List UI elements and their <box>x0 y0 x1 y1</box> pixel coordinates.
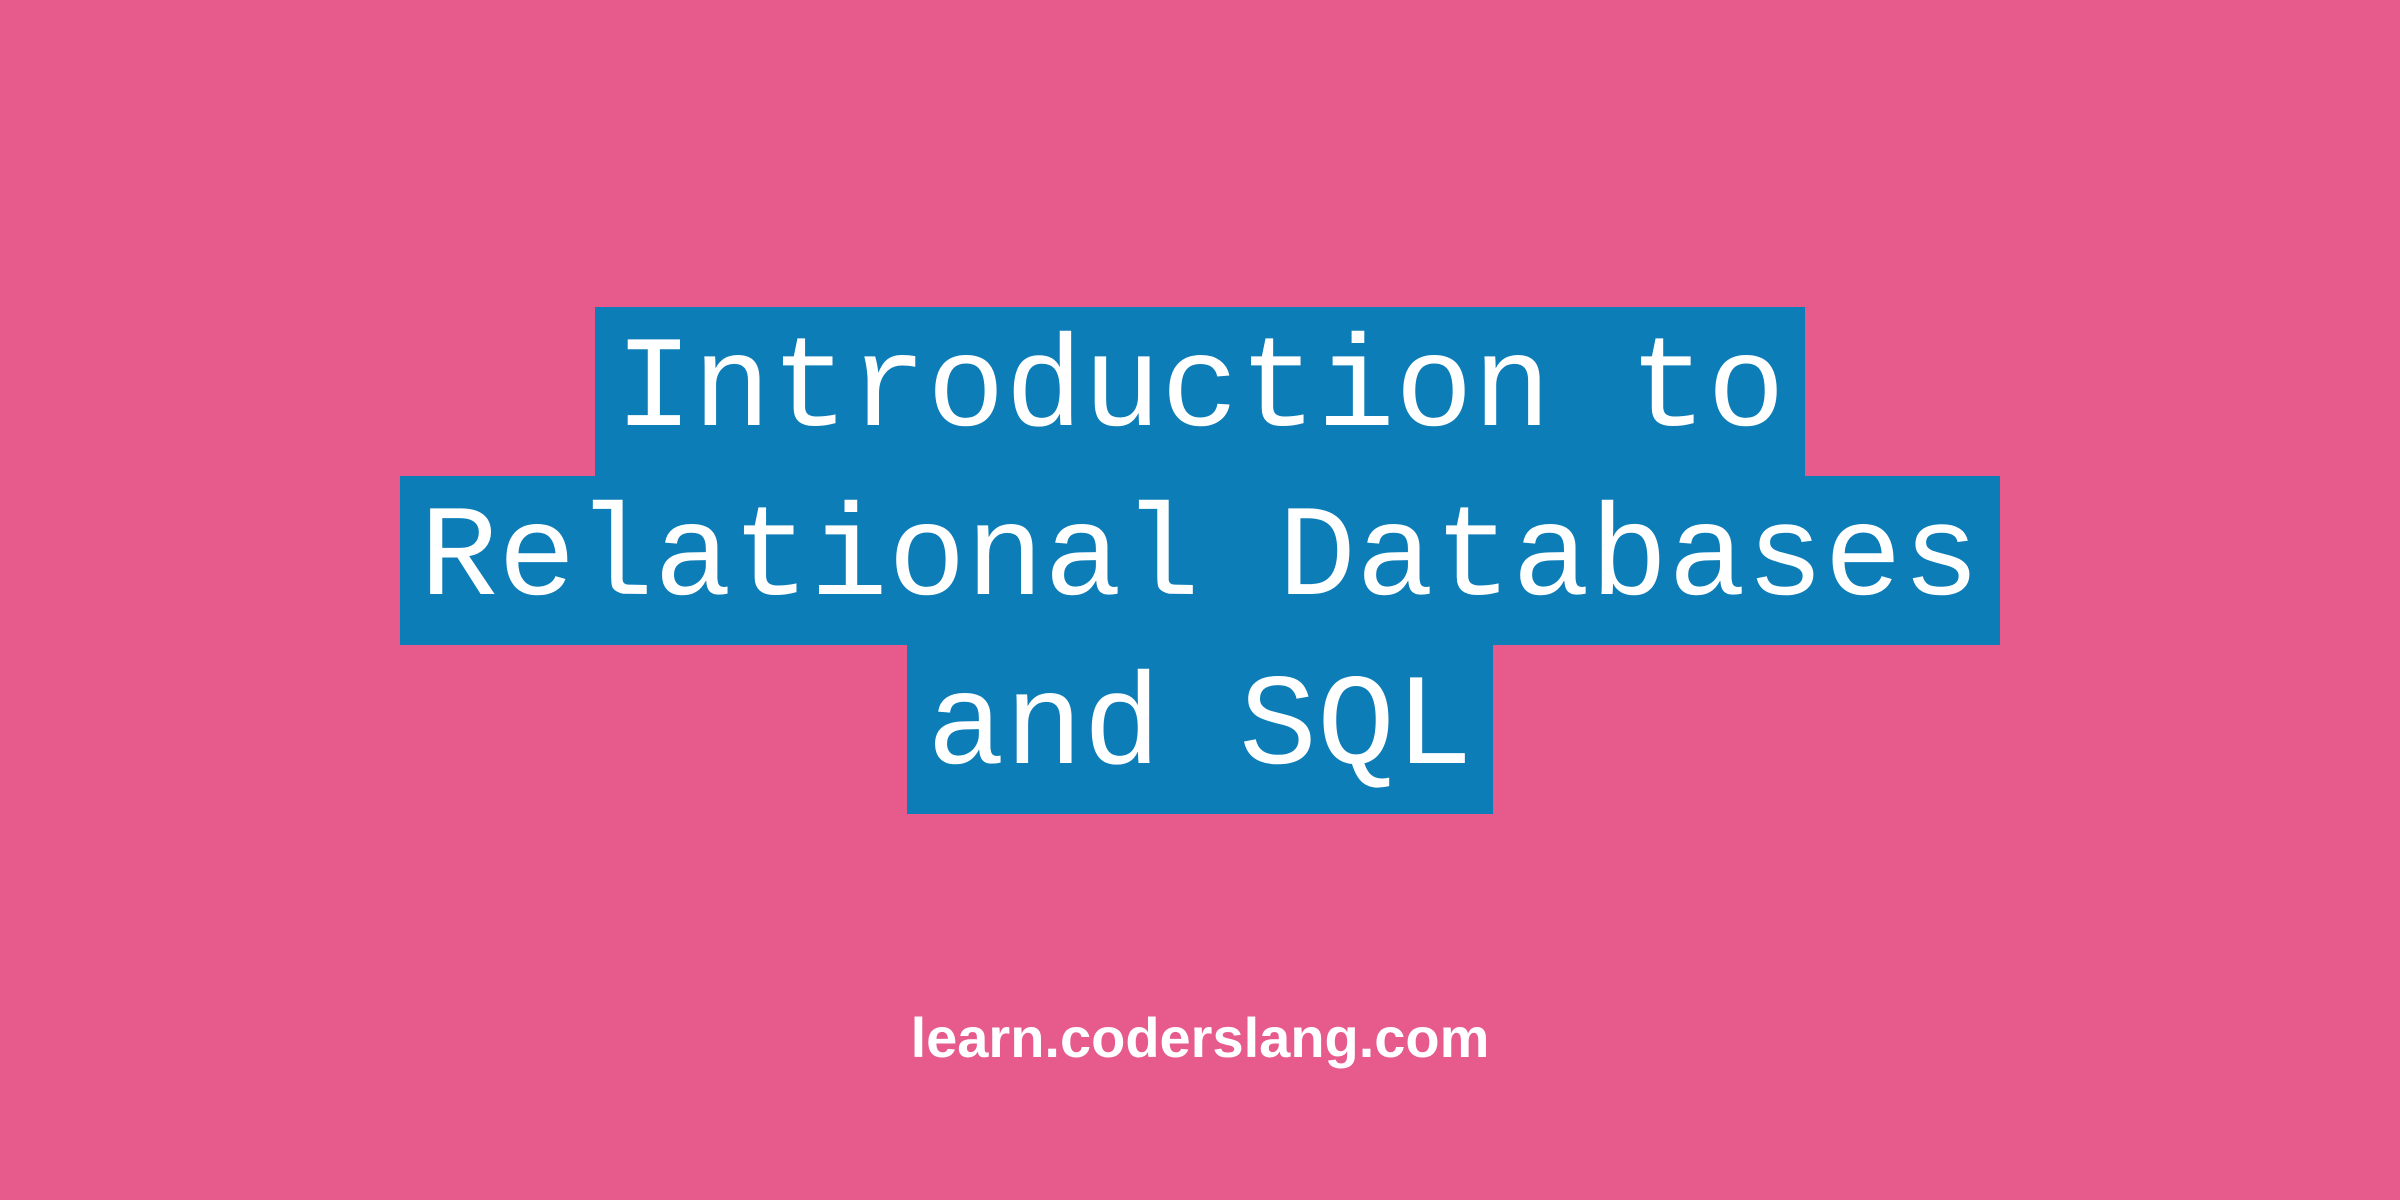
title-line-1: Introduction to <box>595 307 1805 476</box>
title-line-3: and SQL <box>907 645 1493 814</box>
footer-text: learn.coderslang.com <box>911 1005 1490 1070</box>
title-row-3: and SQL <box>400 645 2000 814</box>
title-container: Introduction to Relational Databases and… <box>400 307 2000 814</box>
title-line-2: Relational Databases <box>400 476 2000 645</box>
title-row-1: Introduction to <box>400 307 2000 476</box>
title-row-2: Relational Databases <box>400 476 2000 645</box>
